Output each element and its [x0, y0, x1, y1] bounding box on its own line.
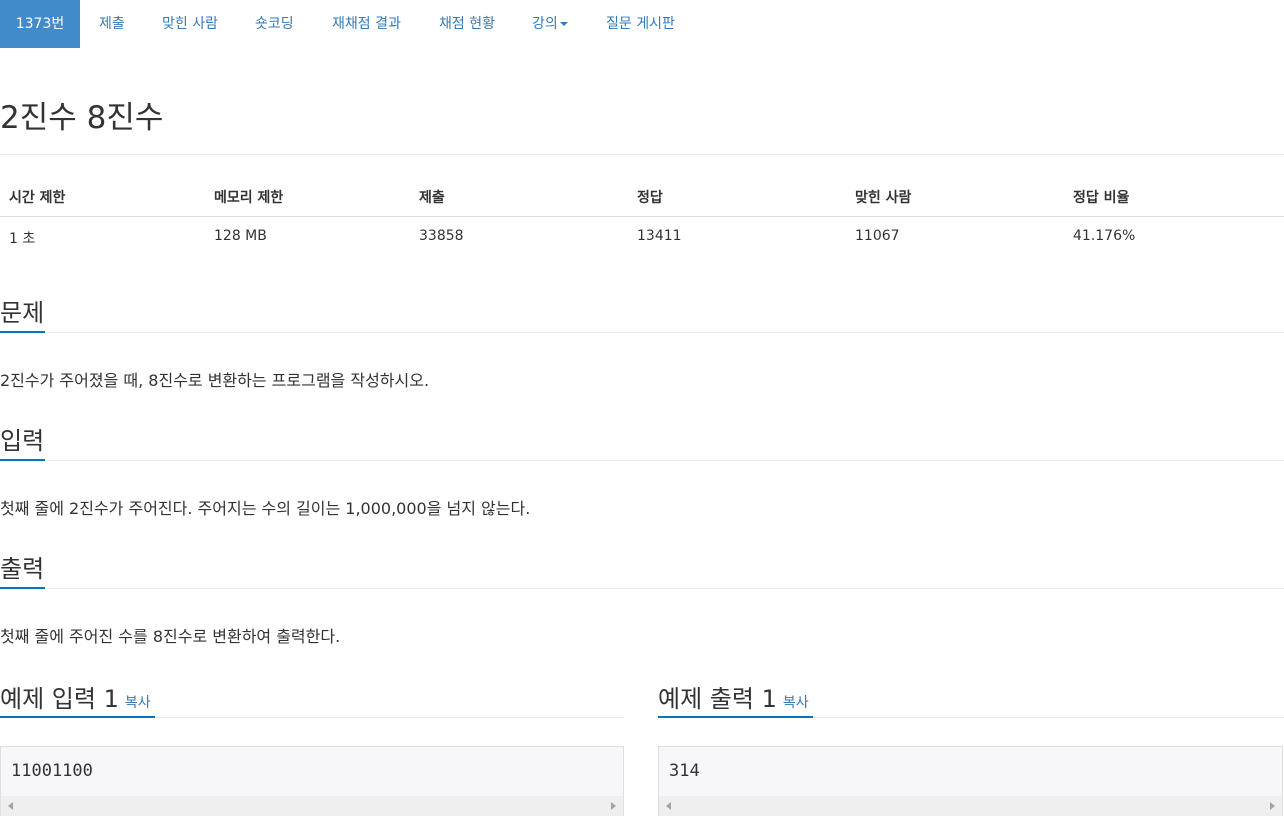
tab-lectures-dropdown[interactable]: 강의	[532, 0, 568, 48]
tab-short-coding[interactable]: 숏코딩	[255, 0, 294, 48]
problem-description: 2진수가 주어졌을 때, 8진수로 변환하는 프로그램을 작성하시오.	[0, 371, 430, 390]
header-memory-limit: 메모리 제한	[214, 190, 284, 206]
sample-output-scrollbar[interactable]	[659, 796, 1282, 816]
tab-rejudge-results[interactable]: 재채점 결과	[332, 0, 401, 48]
tab-lectures-label: 강의	[532, 16, 558, 32]
caret-down-icon	[559, 22, 568, 26]
header-accept-ratio: 정답 비율	[1073, 190, 1130, 206]
sample-input-title: 예제 입력 1	[0, 685, 119, 713]
tab-judge-status[interactable]: 채점 현황	[439, 0, 495, 48]
sample-input-underline	[0, 716, 155, 718]
sample-output-underline	[658, 716, 813, 718]
value-time-limit: 1 초	[9, 231, 36, 247]
problem-nav: 1373번 제출 맞힌 사람 숏코딩 재채점 결과 채점 현황 강의 질문 게시…	[0, 0, 1284, 48]
section-output-line	[0, 588, 1284, 589]
scroll-left-arrow-icon[interactable]	[8, 802, 13, 810]
tab-submit[interactable]: 제출	[99, 0, 125, 48]
sample-input-scrollbar[interactable]	[1, 796, 623, 816]
copy-sample-output-link[interactable]: 복사	[783, 695, 809, 711]
section-problem-line	[0, 332, 1284, 333]
value-solved-users: 11067	[855, 228, 900, 244]
sample-input-heading: 예제 입력 1 복사	[0, 679, 151, 714]
sample-input-box: 11001100	[0, 746, 624, 816]
header-time-limit: 시간 제한	[9, 190, 66, 206]
section-problem-underline	[0, 331, 45, 333]
scroll-left-arrow-icon[interactable]	[666, 802, 671, 810]
tab-problem-number[interactable]: 1373번	[0, 0, 80, 48]
tab-solved-users[interactable]: 맞힌 사람	[162, 0, 218, 48]
input-description: 첫째 줄에 2진수가 주어진다. 주어지는 수의 길이는 1,000,000을 …	[0, 499, 531, 518]
sample-input-content: 11001100	[11, 761, 93, 781]
section-output-underline	[0, 587, 45, 589]
value-submissions: 33858	[419, 228, 464, 244]
scroll-right-arrow-icon[interactable]	[611, 802, 616, 810]
sample-output-box: 314	[658, 746, 1283, 816]
sample-output-content: 314	[669, 761, 700, 781]
section-input-underline	[0, 459, 45, 461]
sample-output-title: 예제 출력 1	[658, 685, 777, 713]
scroll-right-arrow-icon[interactable]	[1270, 802, 1275, 810]
table-header-divider	[0, 216, 1284, 217]
tab-question-board[interactable]: 질문 게시판	[606, 0, 675, 48]
page-title: 2진수 8진수	[0, 100, 164, 136]
copy-sample-input-link[interactable]: 복사	[125, 695, 151, 711]
header-solved-users: 맞힌 사람	[855, 190, 912, 206]
title-divider	[0, 154, 1284, 155]
section-input-heading: 입력	[0, 427, 45, 455]
value-accepted: 13411	[637, 228, 682, 244]
value-accept-ratio: 41.176%	[1073, 228, 1136, 244]
section-output-heading: 출력	[0, 555, 45, 583]
header-submissions: 제출	[419, 190, 445, 206]
section-input-line	[0, 460, 1284, 461]
output-description: 첫째 줄에 주어진 수를 8진수로 변환하여 출력한다.	[0, 627, 341, 646]
value-memory-limit: 128 MB	[214, 228, 267, 244]
sample-output-heading: 예제 출력 1 복사	[658, 679, 809, 714]
header-accepted: 정답	[637, 190, 663, 206]
section-problem-heading: 문제	[0, 299, 45, 327]
